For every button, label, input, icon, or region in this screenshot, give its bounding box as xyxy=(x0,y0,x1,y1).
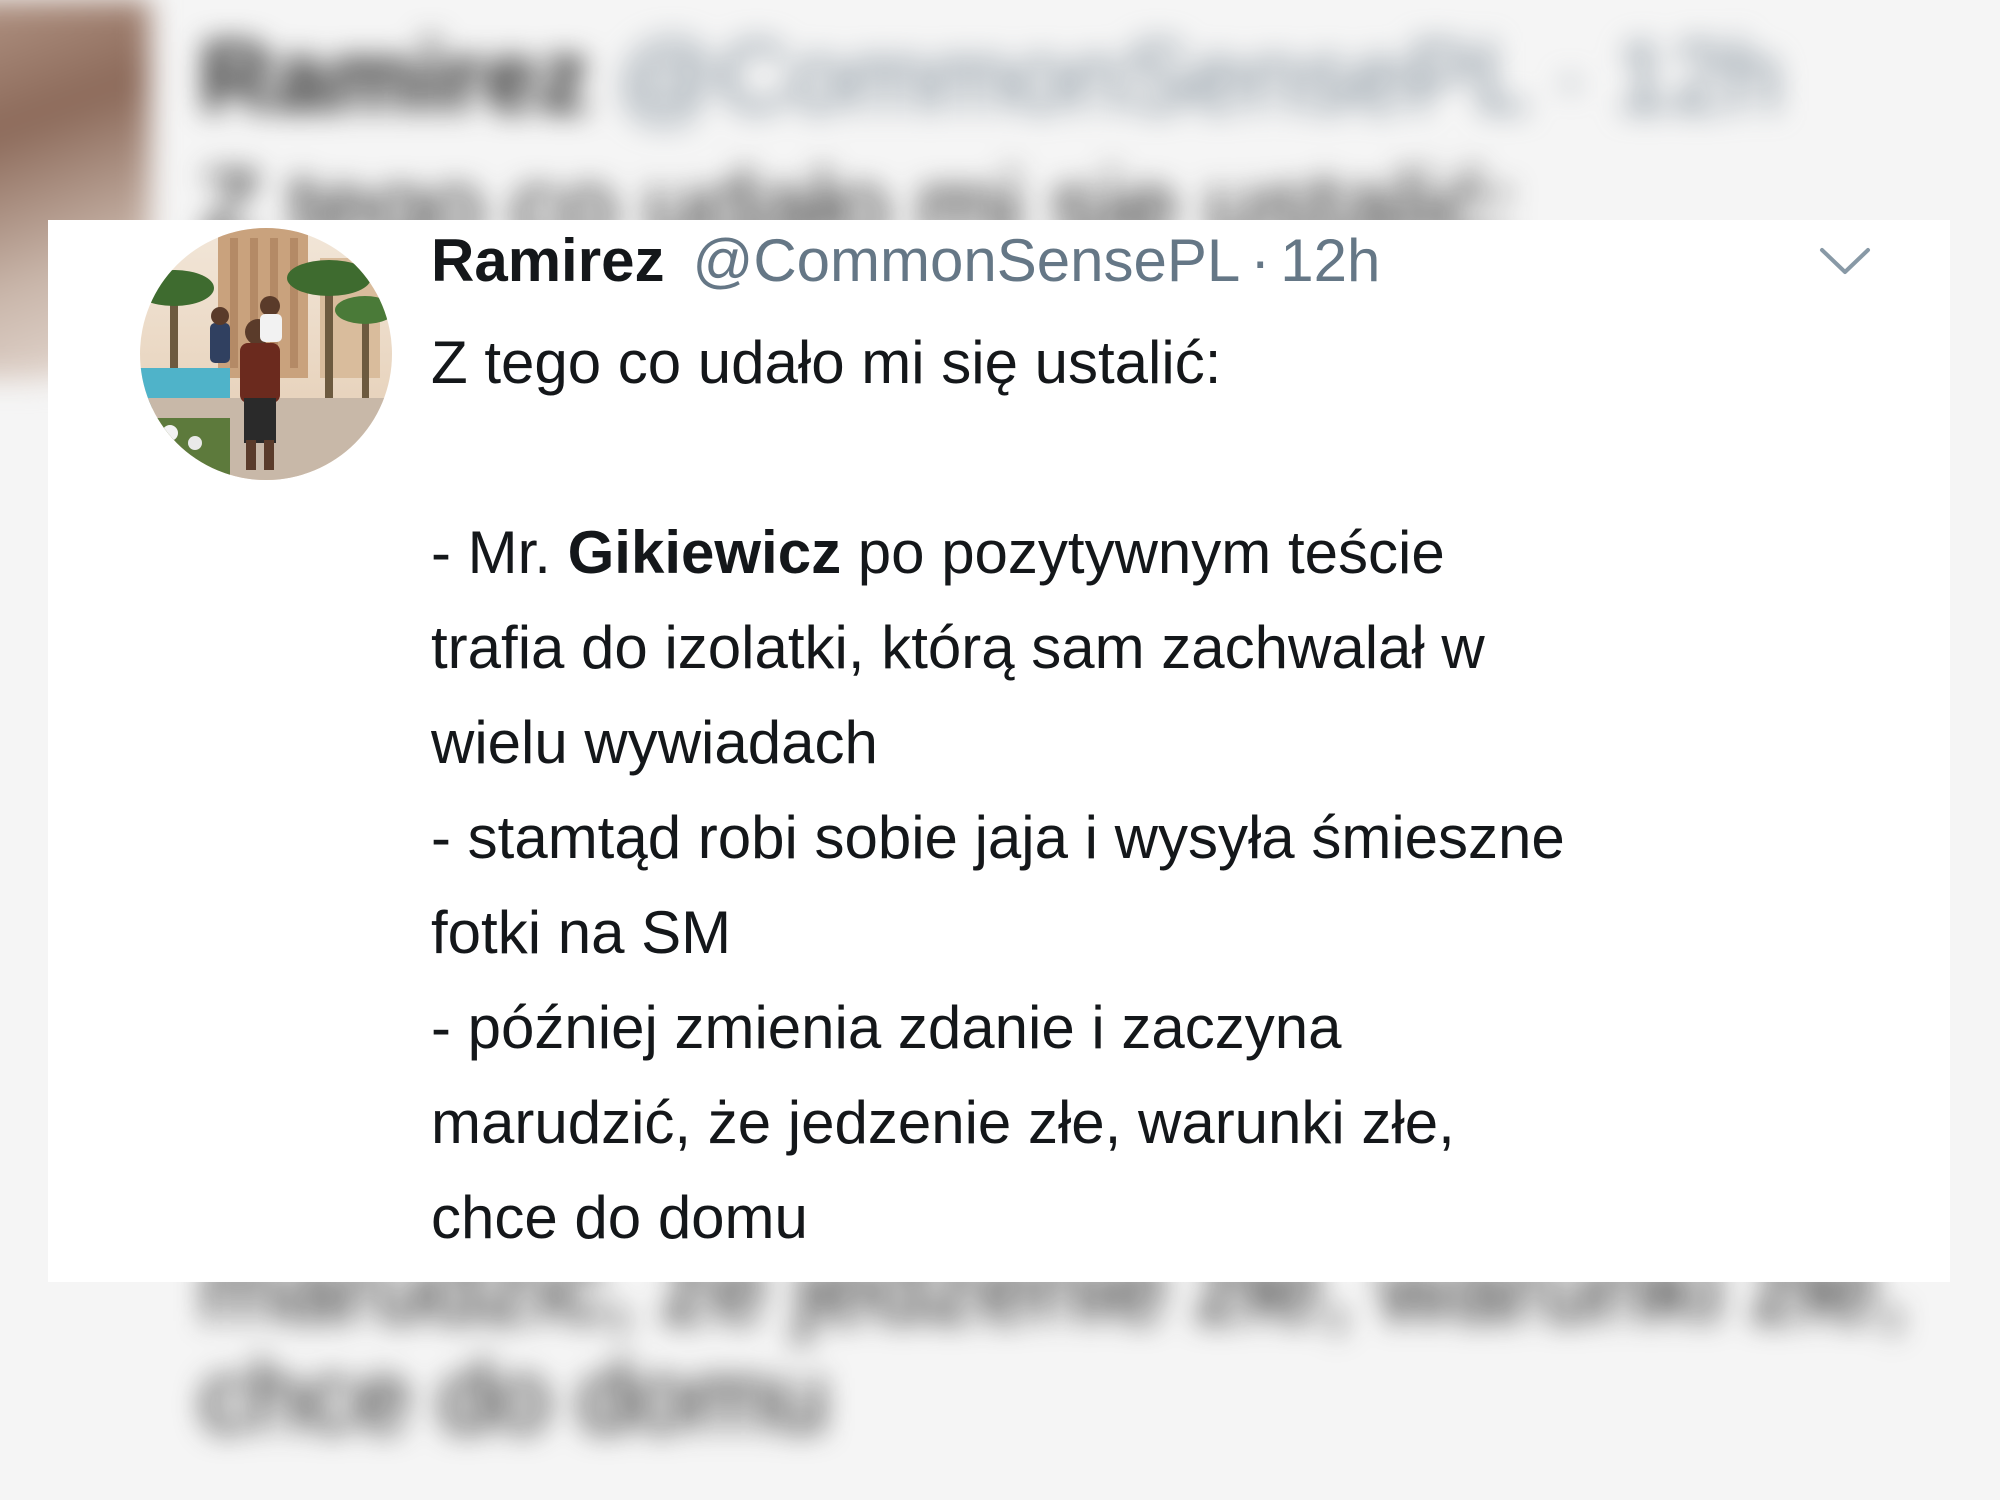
tweet-line: wielu wywiadach xyxy=(431,709,878,776)
tweet-line: chce do domu xyxy=(431,1184,808,1251)
timestamp[interactable]: 12h xyxy=(1280,220,1380,302)
chevron-down-icon[interactable] xyxy=(1818,244,1872,278)
display-name[interactable]: Ramirez xyxy=(431,220,664,302)
dot-separator: · xyxy=(1250,227,1271,294)
tweet-line: - stamtąd robi sobie jaja i wysyła śmies… xyxy=(431,804,1565,871)
avatar-photo-icon[interactable] xyxy=(140,228,392,480)
tweet-line: marudzić, że jedzenie złe, warunki złe, xyxy=(431,1089,1455,1156)
tweet-line-prefix: - Mr. xyxy=(431,519,568,586)
tweet-header: Ramirez @CommonSensePL · 12h xyxy=(431,220,1380,302)
tweet-line-rest: po pozytywnym teście xyxy=(841,519,1445,586)
blurred-handle: @CommonSensePL · 12h xyxy=(616,21,1782,133)
tweet-line: - później zmienia zdanie i zaczyna xyxy=(431,994,1342,1061)
blurred-name-row: Ramirez @CommonSensePL · 12h xyxy=(200,20,1782,135)
tweet-text: Z tego co udało mi się ustalić: - Mr. Gi… xyxy=(431,315,1861,1265)
screenshot-stage: Ramirez @CommonSensePL · 12h Z tego co u… xyxy=(0,0,2000,1500)
tweet-line: - Mr. Gikiewicz po pozytywnym teście xyxy=(431,505,1861,600)
tweet-line: trafia do izolatki, którą sam zachwalał … xyxy=(431,614,1485,681)
tweet-line: fotki na SM xyxy=(431,899,732,966)
blurred-display-name: Ramirez xyxy=(200,21,590,133)
user-handle[interactable]: @CommonSensePL xyxy=(692,220,1240,302)
blurred-line: chce do domu xyxy=(200,1341,829,1453)
tweet-card[interactable]: Ramirez @CommonSensePL · 12h Z tego co u… xyxy=(48,220,1950,1282)
tweet-line: Z tego co udało mi się ustalić: xyxy=(431,329,1222,396)
bold-name: Gikiewicz xyxy=(567,519,842,586)
